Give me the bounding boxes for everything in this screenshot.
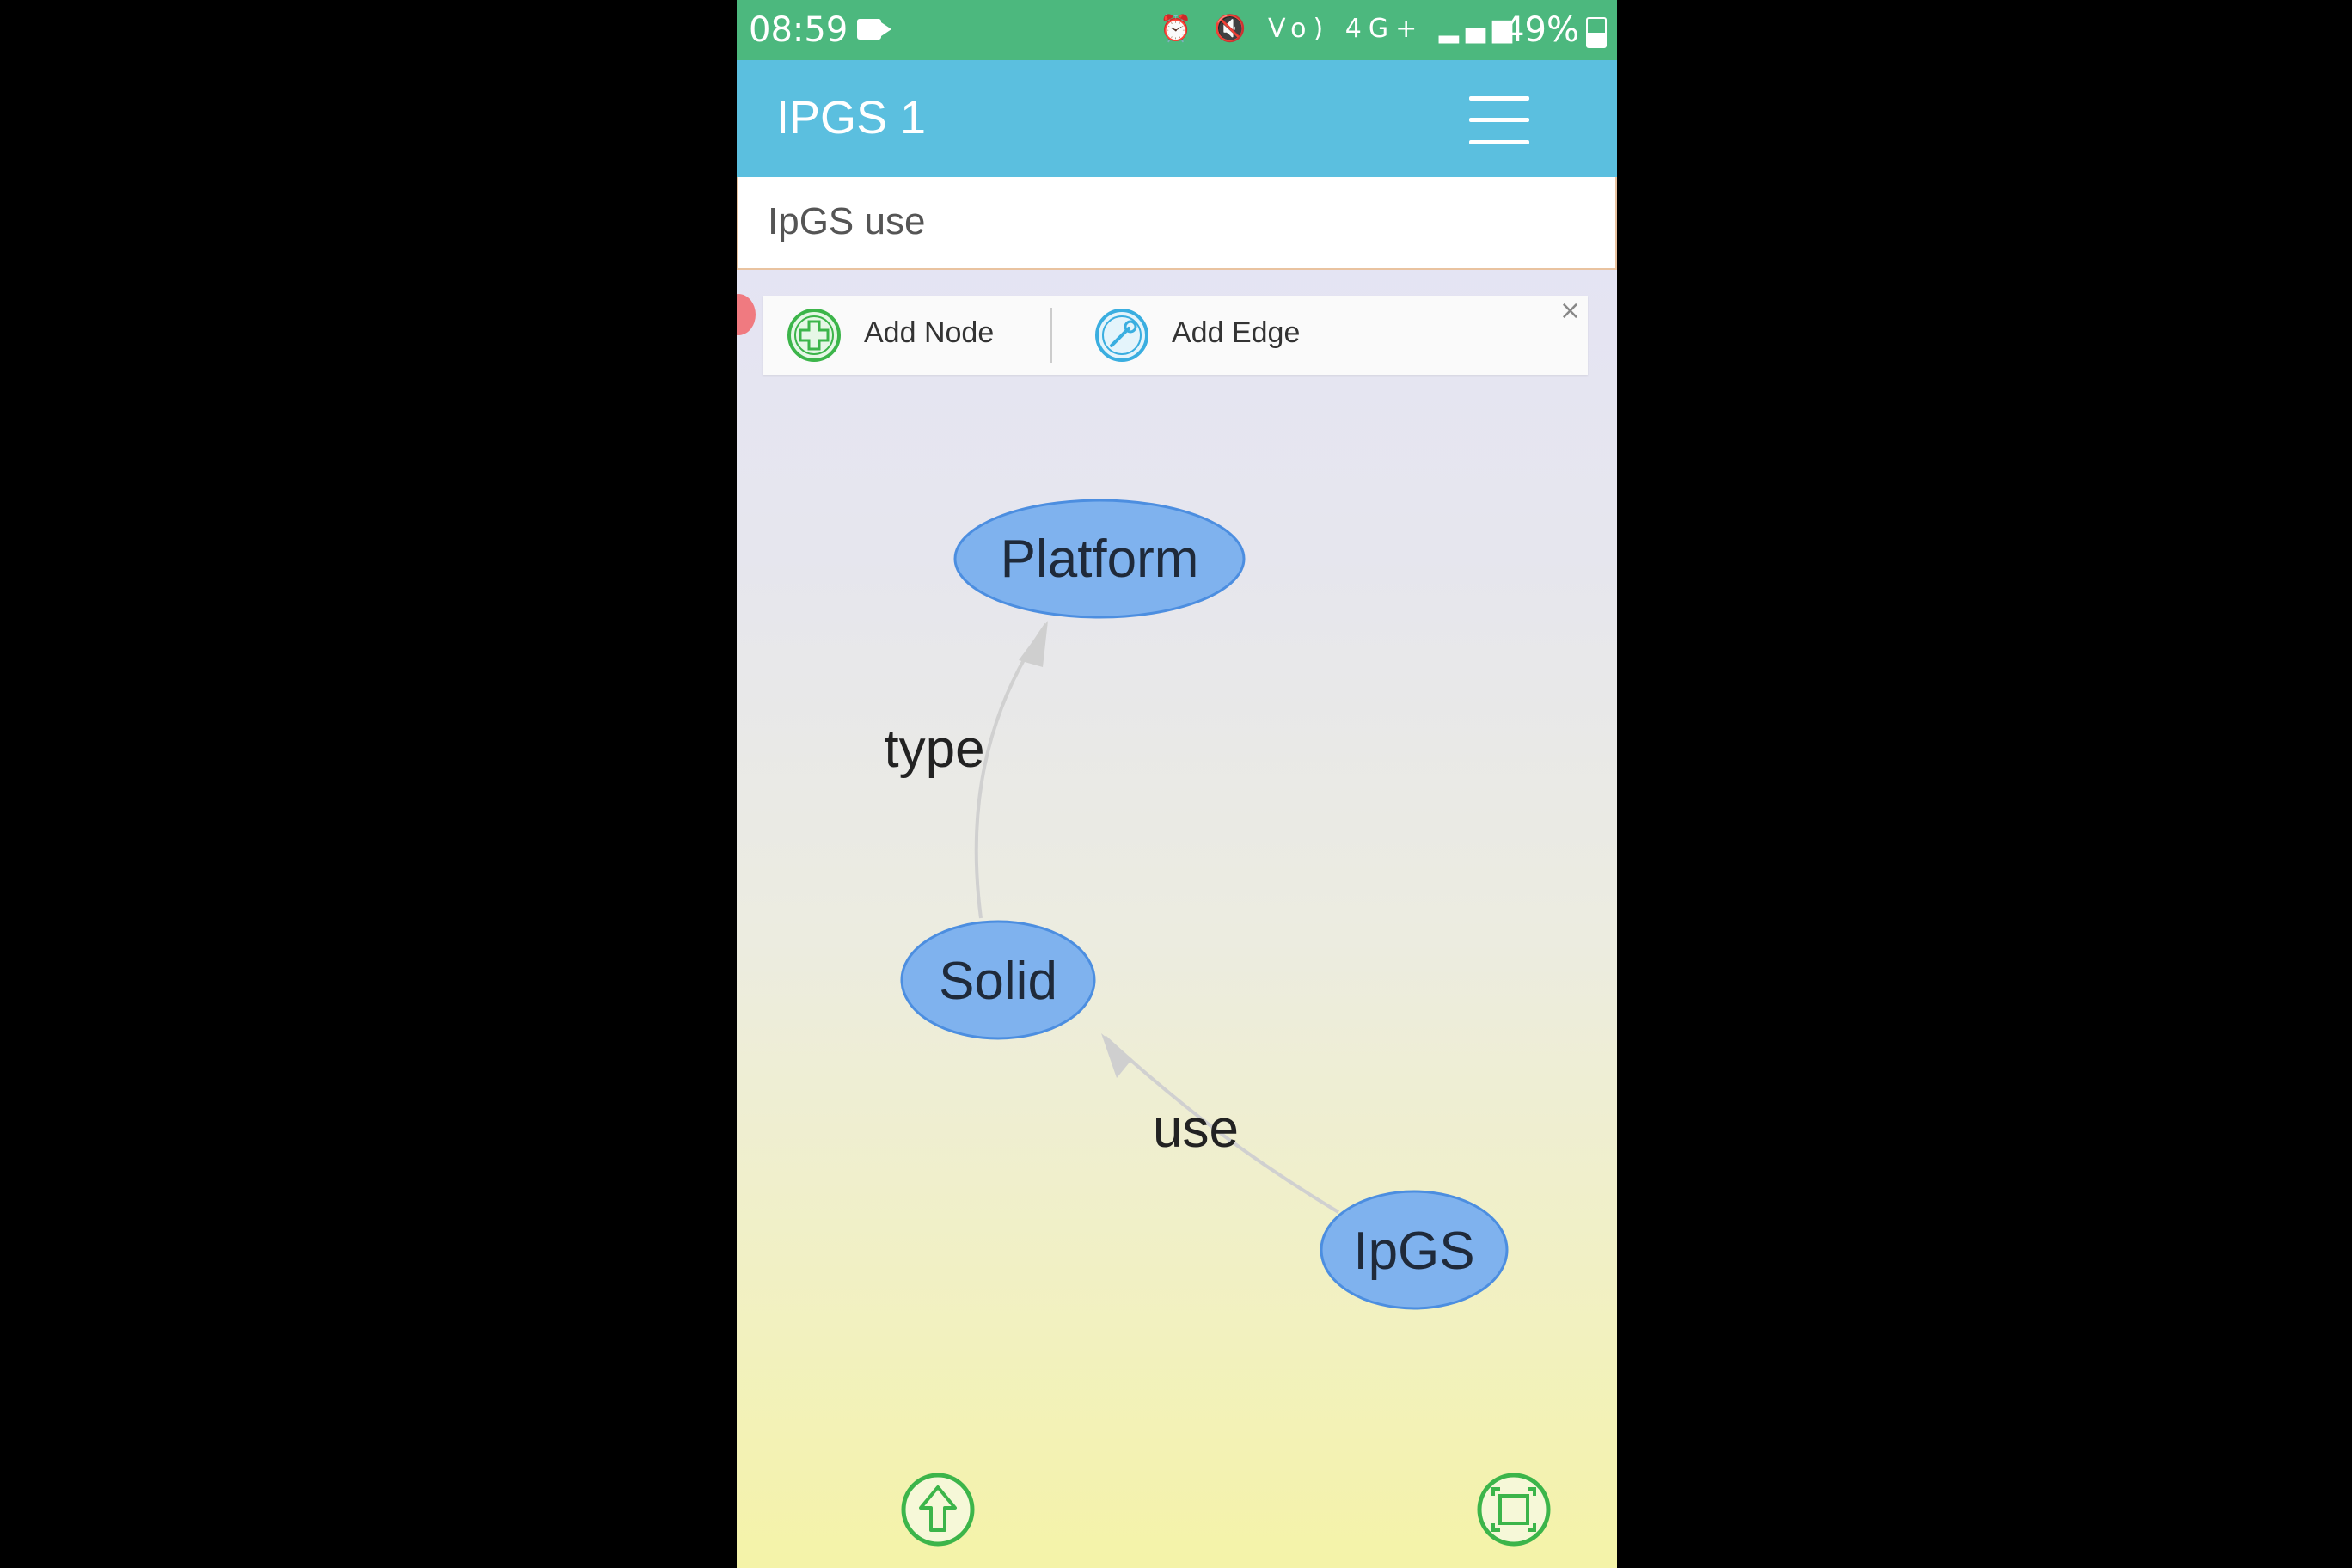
graph-node[interactable]: IpGS <box>1320 1190 1509 1310</box>
graph-node[interactable]: Platform <box>953 499 1246 619</box>
edge-use-arrow <box>1101 1033 1132 1078</box>
graph-canvas[interactable]: type use Platform Solid IpGS <box>737 0 1617 1568</box>
fullscreen-icon <box>1477 1473 1551 1547</box>
edge-type[interactable] <box>974 622 1048 919</box>
node-label: Solid <box>939 952 1057 1011</box>
node-label: IpGS <box>1353 1222 1474 1281</box>
upload-button[interactable] <box>900 1472 976 1551</box>
edge-type-arrow <box>1019 621 1048 667</box>
edge-label-use: use <box>1153 1099 1239 1159</box>
phone-screen: 08:59 ⏰ 🔇 Vo) 4G+ ▂▄▆ 49% IPGS 1 Add Nod… <box>737 0 1617 1568</box>
upload-arrow-icon <box>901 1473 975 1547</box>
graph-node[interactable]: Solid <box>900 920 1096 1040</box>
node-label: Platform <box>1001 530 1199 589</box>
edge-label-type: type <box>884 720 984 779</box>
fit-screen-button[interactable] <box>1476 1472 1552 1551</box>
